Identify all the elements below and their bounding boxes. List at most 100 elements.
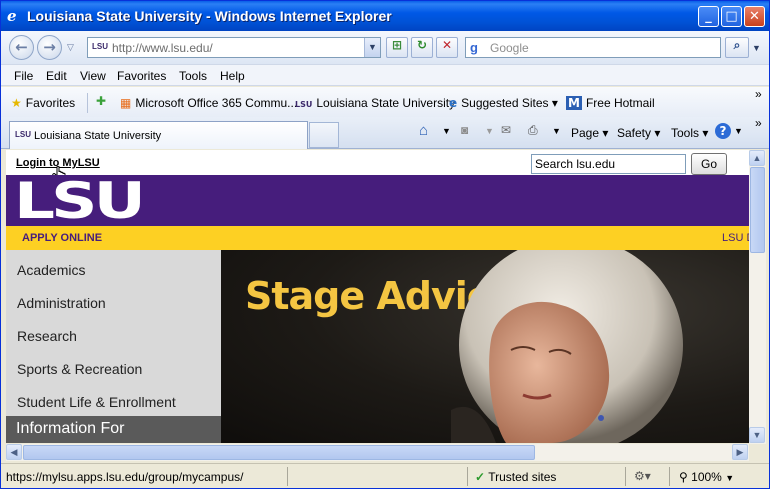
gold-band-right-link[interactable]: LSU D (722, 232, 749, 244)
favorites-bar: ★ Favorites ✚ ▦ Microsoft Office 365 Commu… (1, 87, 769, 117)
vertical-scroll-thumb[interactable] (750, 167, 765, 253)
search-button[interactable]: ⌕ (725, 37, 749, 58)
apply-online-link[interactable]: APPLY ONLINE (22, 232, 102, 244)
print-dropdown-icon[interactable]: ▼ (552, 126, 561, 136)
add-to-favorites-bar-icon[interactable]: ✚ (96, 94, 106, 108)
nav-student-life-enrollment[interactable]: Student Life & Enrollment (17, 394, 176, 410)
feeds-icon[interactable]: ◙ (461, 123, 468, 137)
nav-academics[interactable]: Academics (17, 262, 85, 278)
window-title: Louisiana State University - Windows Int… (27, 8, 392, 24)
refresh-button[interactable]: ↻ (411, 37, 433, 58)
browser-window: e Louisiana State University - Windows I… (0, 0, 770, 489)
apply-band: APPLY ONLINE LSU D (6, 226, 749, 250)
lsu-logo[interactable]: LSU (14, 177, 144, 223)
favorites-overflow-icon[interactable]: » (755, 87, 762, 101)
search-box[interactable]: g Google (465, 37, 721, 58)
tools-menu-button[interactable]: Tools ▾ (671, 126, 708, 140)
title-bar[interactable]: e Louisiana State University - Windows I… (1, 1, 769, 31)
menu-file[interactable]: File (14, 69, 33, 83)
menu-help[interactable]: Help (220, 69, 245, 83)
tab-bar: LSU Louisiana State University ⌂ ▼ ◙ ▼ ✉… (1, 116, 769, 149)
nav-administration[interactable]: Administration (17, 295, 106, 311)
zoom-label: 100% (691, 470, 722, 484)
nav-research[interactable]: Research (17, 328, 77, 344)
fav-item-suggested-sites[interactable]: e Suggested Sites ▾ (449, 96, 558, 110)
page-menu-button[interactable]: Page ▾ (571, 126, 608, 140)
stop-button[interactable]: ✕ (436, 37, 458, 58)
home-dropdown-icon[interactable]: ▼ (442, 126, 451, 136)
tab-label: Louisiana State University (34, 130, 162, 142)
favorites-label: Favorites (25, 96, 76, 110)
favorites-button[interactable]: ★ Favorites (11, 96, 75, 110)
search-options-dropdown-icon[interactable]: ▼ (752, 43, 761, 53)
page-content: Login to MyLSU Search lsu.edu Go LSU APP… (6, 150, 749, 443)
new-tab-button[interactable] (309, 122, 339, 148)
security-zone[interactable]: ✓ Trusted sites (475, 470, 556, 484)
information-for-label: Information For (16, 420, 125, 437)
hero-banner[interactable]: Stage Advice (221, 250, 749, 443)
svg-text:LSU: LSU (14, 177, 142, 223)
zoom-level[interactable]: ⚲ 100% ▼ (679, 470, 734, 484)
fav-item-office365[interactable]: ▦ Microsoft Office 365 Commu... (120, 96, 297, 110)
information-for-menu[interactable]: Information For (6, 416, 221, 443)
address-dropdown-button[interactable]: ▼ (364, 38, 380, 57)
forward-button[interactable]: → (37, 35, 62, 60)
address-url[interactable]: http://www.lsu.edu/ (112, 41, 213, 55)
zoom-dropdown-icon: ▼ (725, 473, 735, 483)
recent-pages-dropdown-icon[interactable]: ▽ (67, 42, 74, 53)
status-url: https://mylsu.apps.lsu.edu/group/mycampu… (6, 470, 244, 484)
office-icon: ▦ (120, 96, 132, 110)
horizontal-scrollbar[interactable]: ◀ ▶ (6, 444, 749, 461)
site-search-go-button[interactable]: Go (691, 153, 727, 175)
hotmail-icon: M (566, 96, 582, 110)
scroll-left-button[interactable]: ◀ (6, 444, 22, 460)
status-divider (287, 467, 288, 486)
fav-item-label: Microsoft Office 365 Commu... (135, 96, 298, 110)
site-search-input[interactable]: Search lsu.edu (531, 154, 686, 174)
safety-menu-button[interactable]: Safety ▾ (617, 126, 660, 140)
checkmark-icon: ✓ (475, 470, 486, 484)
lsu-favicon-icon: LSU (15, 130, 31, 139)
maximize-button[interactable]: □ (721, 6, 742, 27)
help-icon[interactable]: ? (715, 123, 731, 139)
protected-mode-icon[interactable]: ⚙▾ (634, 469, 651, 483)
star-icon: ★ (11, 96, 22, 110)
status-bar: https://mylsu.apps.lsu.edu/group/mycampu… (1, 463, 769, 488)
compatibility-view-icon[interactable]: ⊞ (386, 37, 408, 58)
ie-icon: e (449, 96, 458, 110)
navigation-bar: ← → ▽ LSU http://www.lsu.edu/ ▼ ⊞ ↻ ✕ g … (1, 31, 769, 64)
fav-item-lsu[interactable]: LSU Louisiana State University (295, 96, 455, 110)
lsu-header-band: LSU (6, 175, 749, 226)
site-favicon-icon: LSU (92, 42, 108, 51)
search-placeholder: Google (490, 41, 529, 55)
lsu-favicon-icon: LSU (295, 100, 313, 109)
scroll-right-button[interactable]: ▶ (732, 444, 748, 460)
back-button[interactable]: ← (9, 35, 34, 60)
mail-icon[interactable]: ✉ (501, 123, 511, 137)
scroll-up-button[interactable]: ▲ (749, 150, 765, 166)
print-icon[interactable]: ⎙ (528, 123, 538, 138)
menu-edit[interactable]: Edit (46, 69, 67, 83)
scroll-down-button[interactable]: ▼ (749, 427, 765, 443)
fav-item-hotmail[interactable]: M Free Hotmail (566, 96, 655, 110)
home-icon[interactable]: ⌂ (419, 122, 428, 139)
favorites-divider (87, 93, 88, 113)
nav-sports-recreation[interactable]: Sports & Recreation (17, 361, 142, 377)
horizontal-scroll-thumb[interactable] (23, 445, 535, 460)
close-button[interactable]: ✕ (744, 6, 765, 27)
magnifier-icon: ⚲ (679, 470, 688, 484)
fav-item-label: Suggested Sites ▾ (461, 96, 558, 110)
status-divider (625, 467, 626, 486)
tab-lsu[interactable]: LSU Louisiana State University (9, 121, 308, 149)
address-bar[interactable]: LSU http://www.lsu.edu/ ▼ (87, 37, 381, 58)
status-divider (467, 467, 468, 486)
vertical-scrollbar[interactable]: ▲ ▼ (749, 150, 766, 444)
menu-view[interactable]: View (80, 69, 106, 83)
fav-item-label: Louisiana State University (316, 96, 456, 110)
menu-favorites[interactable]: Favorites (117, 69, 166, 83)
ie-logo-icon: e (7, 7, 17, 25)
command-overflow-icon[interactable]: » (755, 116, 762, 130)
minimize-button[interactable]: _ (698, 6, 719, 27)
menu-tools[interactable]: Tools (179, 69, 207, 83)
help-dropdown-icon[interactable]: ▼ (734, 126, 743, 136)
